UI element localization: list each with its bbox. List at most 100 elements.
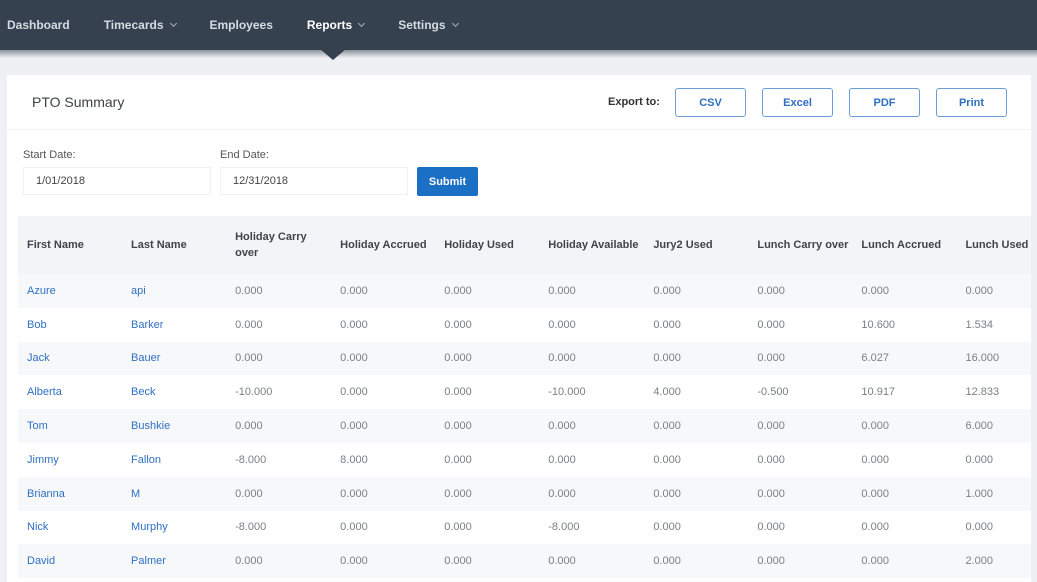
table-cell: 0.000 (644, 442, 749, 477)
last-name-link[interactable]: api (122, 274, 227, 308)
first-name-link[interactable]: David (18, 544, 123, 579)
print-button[interactable]: Print (936, 88, 1007, 117)
chevron-down-icon (451, 19, 459, 28)
table-cell: 0.000 (226, 341, 332, 376)
nav-item-timecards[interactable]: Timecards (104, 18, 177, 32)
table-cell: 0.000 (539, 341, 645, 376)
first-name-link[interactable]: Jack (18, 341, 123, 376)
table-cell: 8.000 (331, 442, 436, 477)
table-row: Nick Murphy -8.000 0.000 0.000 -8.000 0.000 0.0… (18, 510, 1031, 545)
top-navigation-bar: Dashboard Timecards Employees Reports Se… (0, 0, 1037, 50)
table-cell: 0.000 (748, 544, 853, 579)
chevron-down-icon (358, 19, 366, 28)
table-cell: 0.000 (748, 341, 853, 376)
card-header: PTO Summary Export to: CSV Excel PDF Pri… (7, 75, 1031, 130)
column-header[interactable]: Holiday Accrued (331, 216, 436, 274)
table-cell: 0.000 (956, 510, 1031, 545)
table-cell: 0.000 (748, 409, 853, 443)
column-header[interactable]: Jury2 Used (644, 216, 749, 274)
table-cell: 0.000 (644, 476, 749, 511)
table-cell: 0.000 (852, 409, 957, 443)
table-cell: 0.000 (226, 409, 332, 443)
table-cell: 0.000 (226, 307, 332, 342)
export-csv-button[interactable]: CSV (675, 88, 746, 117)
table-cell: 0.000 (435, 307, 540, 342)
table-cell: 0.000 (435, 341, 540, 376)
table-cell: 0.000 (226, 544, 332, 579)
end-date-label: End Date: (220, 149, 269, 161)
table-cell: 0.000 (852, 476, 957, 511)
table-cell: 0.000 (539, 476, 645, 511)
pto-summary-table: First Name Last Name Holiday Carry over Hol… (18, 216, 1031, 579)
submit-button[interactable]: Submit (417, 167, 478, 196)
column-header[interactable]: Holiday Carry over (226, 216, 332, 274)
column-header[interactable]: Holiday Used (435, 216, 540, 274)
table-cell: 0.000 (644, 544, 749, 579)
table-cell: 0.000 (435, 476, 540, 511)
table-cell: 6.027 (852, 341, 957, 376)
first-name-link[interactable]: Nick (18, 510, 123, 545)
first-name-link[interactable]: Azure (18, 274, 123, 308)
table-cell: 0.000 (226, 476, 332, 511)
table-cell: -0.500 (748, 375, 853, 410)
table-cell: -8.000 (539, 510, 645, 545)
table-row: Tom Bushkie 0.000 0.000 0.000 0.000 0.000 0.000… (18, 409, 1031, 443)
table-cell: 10.917 (852, 375, 957, 410)
table-cell: 4.000 (644, 375, 749, 410)
first-name-link[interactable]: Tom (18, 409, 123, 443)
table-cell: 0.000 (331, 274, 436, 308)
column-header[interactable]: Lunch Used (956, 216, 1031, 274)
active-nav-caret-icon (320, 49, 346, 60)
table-cell: 0.000 (852, 544, 957, 579)
page-title: PTO Summary (32, 94, 125, 110)
table-cell: 0.000 (331, 341, 436, 376)
nav-item-label: Dashboard (7, 18, 70, 32)
table-cell: 0.000 (539, 442, 645, 477)
table-cell: 0.000 (852, 274, 957, 308)
table-cell: 0.000 (748, 274, 853, 308)
pto-summary-card: PTO Summary Export to: CSV Excel PDF Pri… (7, 75, 1031, 582)
table-cell: 0.000 (852, 442, 957, 477)
last-name-link[interactable]: Bauer (122, 341, 227, 376)
table-cell: -10.000 (226, 375, 332, 410)
nav-item-reports[interactable]: Reports (307, 18, 366, 32)
table-cell: 0.000 (435, 442, 540, 477)
nav-item-employees[interactable]: Employees (210, 18, 273, 32)
nav-item-settings[interactable]: Settings (398, 18, 459, 32)
last-name-link[interactable]: Palmer (122, 544, 227, 579)
nav-item-dashboard[interactable]: Dashboard (7, 18, 70, 32)
start-date-input[interactable] (23, 167, 211, 195)
last-name-link[interactable]: Murphy (122, 510, 227, 545)
last-name-link[interactable]: Bushkie (122, 409, 227, 443)
table-cell: 0.000 (956, 274, 1031, 308)
column-header[interactable]: Lunch Accrued (852, 216, 957, 274)
table-cell: 0.000 (435, 274, 540, 308)
first-name-link[interactable]: Brianna (18, 476, 123, 511)
first-name-link[interactable]: Bob (18, 307, 123, 342)
last-name-link[interactable]: Beck (122, 375, 227, 410)
table-row: David Palmer 0.000 0.000 0.000 0.000 0.000 0.00… (18, 544, 1031, 579)
table-cell: 0.000 (331, 307, 436, 342)
export-pdf-button[interactable]: PDF (849, 88, 920, 117)
last-name-link[interactable]: M (122, 476, 227, 511)
table-cell: 0.000 (331, 409, 436, 443)
table-cell: -8.000 (226, 510, 332, 545)
column-header[interactable]: Last Name (122, 216, 227, 274)
last-name-link[interactable]: Barker (122, 307, 227, 342)
export-label: Export to: (608, 96, 660, 108)
table-cell: 0.000 (435, 375, 540, 410)
last-name-link[interactable]: Fallon (122, 442, 227, 477)
first-name-link[interactable]: Jimmy (18, 442, 123, 477)
column-header[interactable]: First Name (18, 216, 123, 274)
end-date-input[interactable] (220, 167, 408, 195)
column-header[interactable]: Lunch Carry over (748, 216, 853, 274)
table-cell: -10.000 (539, 375, 645, 410)
table-row: Azure api 0.000 0.000 0.000 0.000 0.000 0.000 0.… (18, 274, 1031, 308)
table-cell: 12.833 (956, 375, 1031, 410)
table-cell: 0.000 (539, 544, 645, 579)
table-row: Brianna M 0.000 0.000 0.000 0.000 0.000 0.000 0.… (18, 476, 1031, 511)
first-name-link[interactable]: Alberta (18, 375, 123, 410)
column-header[interactable]: Holiday Available (539, 216, 645, 274)
export-excel-button[interactable]: Excel (762, 88, 833, 117)
table-cell: 0.000 (644, 274, 749, 308)
